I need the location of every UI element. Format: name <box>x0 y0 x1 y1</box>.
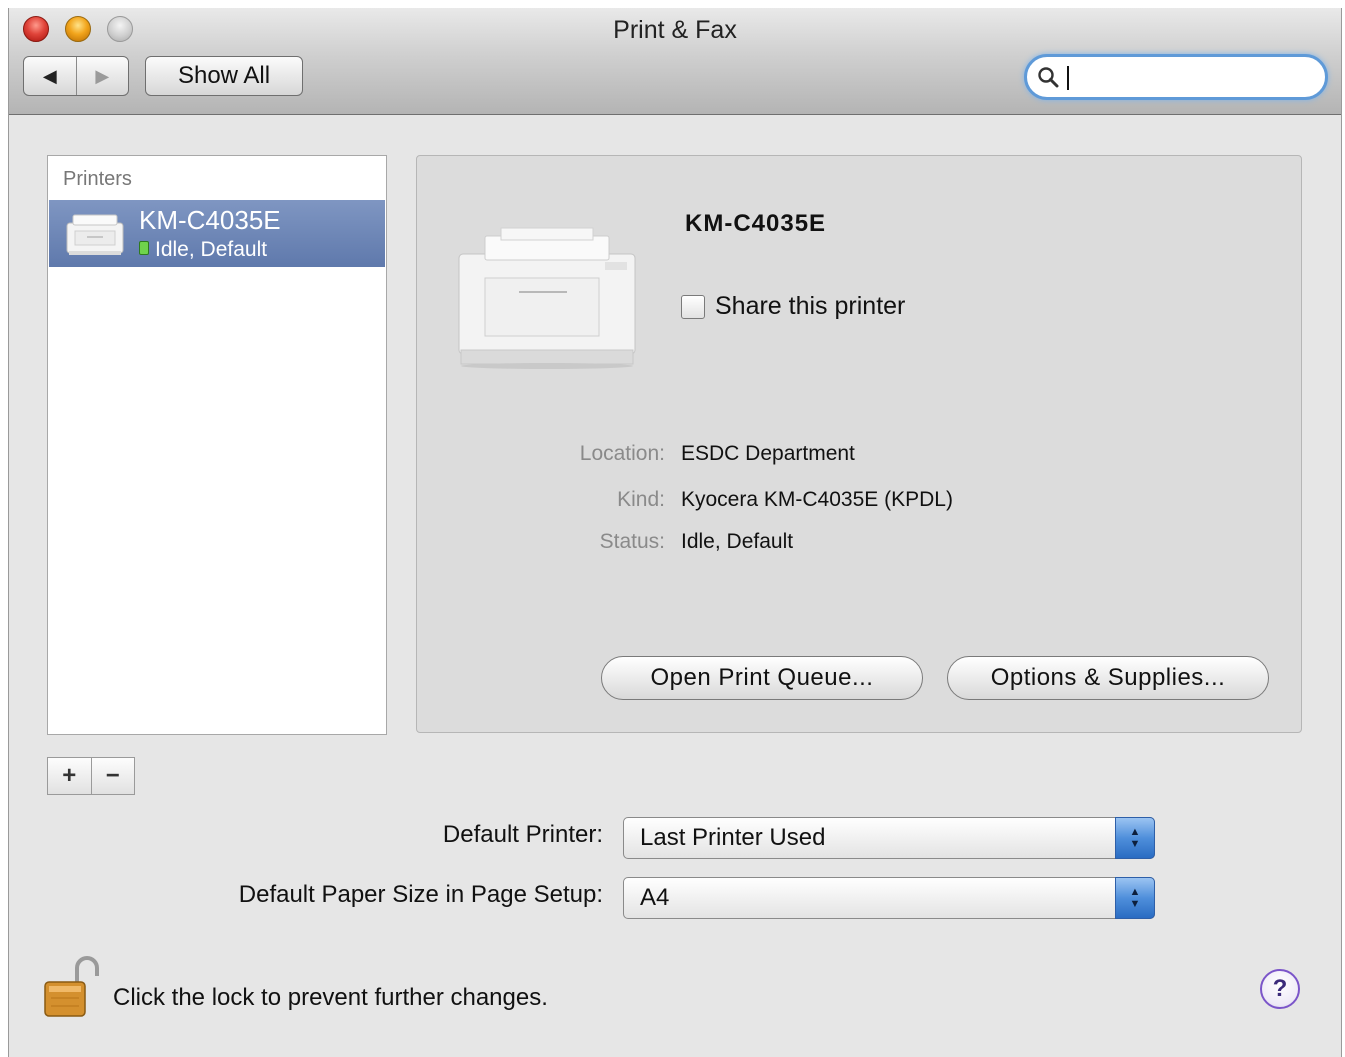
back-forward-control: ◀ ▶ <box>23 56 129 96</box>
open-print-queue-button[interactable]: Open Print Queue... <box>601 656 923 700</box>
location-value: ESDC Department <box>681 442 855 465</box>
printer-icon <box>66 214 124 255</box>
minus-icon: − <box>105 762 120 789</box>
popup-arrows-icon: ▲ ▼ <box>1115 817 1155 859</box>
share-printer-option[interactable]: Share this printer <box>681 292 905 321</box>
printer-status: Idle, Default <box>139 238 267 262</box>
lock-icon[interactable] <box>43 956 99 1018</box>
lock-message: Click the lock to prevent further change… <box>113 984 548 1011</box>
add-printer-button[interactable]: + <box>48 758 91 794</box>
share-printer-label: Share this printer <box>715 292 906 320</box>
add-remove-control: + − <box>47 757 135 795</box>
paper-size-popup[interactable]: A4 ▲ ▼ <box>623 877 1155 919</box>
printer-details-panel: KM-C4035E Share this printer Location: E… <box>416 155 1302 733</box>
options-supplies-button[interactable]: Options & Supplies... <box>947 656 1269 700</box>
popup-arrows-icon: ▲ ▼ <box>1115 877 1155 919</box>
forward-button[interactable]: ▶ <box>75 57 129 95</box>
printers-list-header: Printers <box>63 168 132 190</box>
help-icon: ? <box>1272 975 1288 1002</box>
print-fax-window: Print & Fax ◀ ▶ Show All Printers KM-C40… <box>8 8 1342 1057</box>
share-printer-checkbox[interactable] <box>681 294 705 319</box>
paper-size-value: A4 <box>640 884 670 911</box>
plus-icon: + <box>62 762 77 789</box>
printer-status-text: Idle, Default <box>155 238 268 261</box>
printer-name: KM-C4035E <box>139 205 281 235</box>
status-label: Status: <box>599 530 665 553</box>
status-indicator-icon <box>139 241 149 256</box>
printer-image <box>458 227 636 369</box>
back-button[interactable]: ◀ <box>24 57 76 95</box>
kind-row: Kind: Kyocera KM-C4035E (KPDL) <box>417 488 1301 516</box>
search-icon <box>1038 67 1059 88</box>
default-printer-label: Default Printer: <box>442 821 603 848</box>
kind-value: Kyocera KM-C4035E (KPDL) <box>681 488 953 511</box>
paper-size-label: Default Paper Size in Page Setup: <box>238 881 603 908</box>
back-arrow-icon: ◀ <box>42 65 57 86</box>
toolbar: Print & Fax ◀ ▶ Show All <box>9 8 1341 115</box>
default-printer-popup[interactable]: Last Printer Used ▲ ▼ <box>623 817 1155 859</box>
printer-list-item[interactable]: KM-C4035E Idle, Default <box>49 200 385 267</box>
location-row: Location: ESDC Department <box>417 442 1301 470</box>
printers-list[interactable]: Printers KM-C4035E Idle, Default <box>47 155 387 735</box>
printer-title: KM-C4035E <box>685 210 827 237</box>
window-title: Print & Fax <box>613 16 737 44</box>
forward-arrow-icon: ▶ <box>95 65 110 86</box>
help-button[interactable]: ? <box>1260 969 1300 1009</box>
text-caret <box>1067 66 1069 90</box>
remove-printer-button[interactable]: − <box>90 758 135 794</box>
kind-label: Kind: <box>617 488 665 511</box>
location-label: Location: <box>579 442 665 465</box>
default-printer-value: Last Printer Used <box>640 824 826 851</box>
show-all-button[interactable]: Show All <box>145 56 303 96</box>
search-field[interactable] <box>1024 54 1328 100</box>
status-row: Status: Idle, Default <box>417 530 1301 558</box>
status-value: Idle, Default <box>681 530 794 553</box>
